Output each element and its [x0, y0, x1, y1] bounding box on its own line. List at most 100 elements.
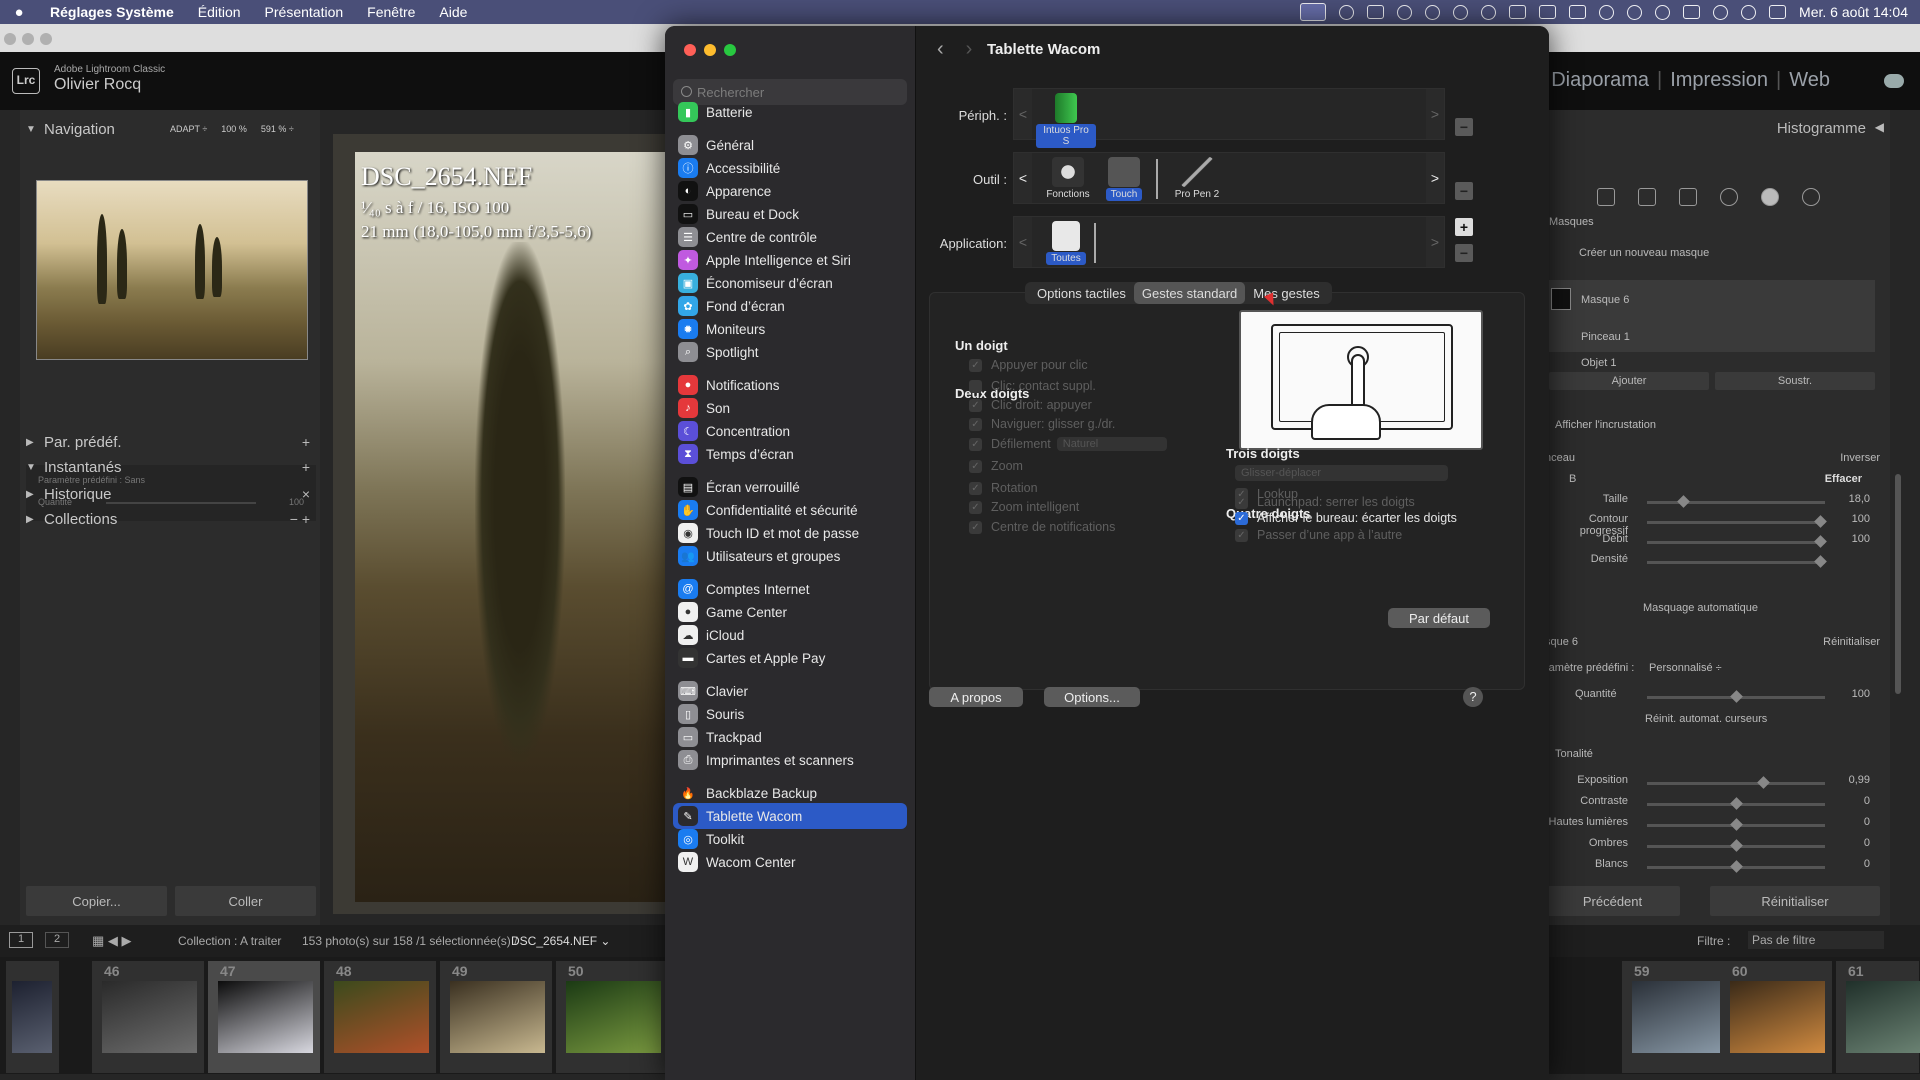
cell-thumbnail[interactable] [334, 981, 429, 1053]
panel-action[interactable]: × [302, 486, 310, 502]
filmstrip-cell[interactable]: 50 [556, 961, 669, 1073]
panel-header[interactable]: ▶ Par. prédéf. + [26, 431, 316, 453]
previous-button[interactable]: Précédent [1545, 886, 1680, 916]
show-overlay-label[interactable]: Afficher l'incrustation [1555, 419, 1656, 431]
filmstrip-cell[interactable]: 61 [1836, 961, 1920, 1073]
four-finger-checkbox[interactable]: ✓ Afficher le bureau: écarter les doigts [1235, 511, 1457, 525]
crop-icon[interactable] [1638, 188, 1656, 206]
tab-gestes-standard[interactable]: Gestes standard [1133, 282, 1246, 304]
tab-mes-gestes[interactable]: Mes gestes [1245, 282, 1327, 304]
main-photo[interactable]: DSC_2654.NEF ¹⁄₄₀ s à f / 16, ISO 100 21… [355, 152, 673, 902]
erase-label[interactable]: Effacer [1825, 473, 1862, 485]
navigator-thumbnail[interactable] [36, 180, 308, 360]
two-finger-checkbox[interactable]: ✓ Clic droit: appuyer [969, 398, 1092, 412]
reset-icon[interactable] [1802, 188, 1820, 206]
add-mask-button[interactable]: Ajouter [1549, 372, 1709, 390]
tool-fonctions[interactable]: Fonctions [1038, 157, 1098, 201]
slider-track[interactable] [1647, 776, 1825, 789]
two-finger-checkbox[interactable]: ✓ Zoom intelligent [969, 500, 1079, 514]
wifi-icon[interactable] [1713, 4, 1729, 20]
module-2[interactable]: Web [1789, 69, 1830, 92]
edit-sliders-icon[interactable] [1597, 188, 1615, 206]
object1-item[interactable]: Objet 1 [1581, 357, 1616, 369]
slider-knob[interactable] [1730, 818, 1743, 831]
slider-track[interactable] [1647, 860, 1825, 873]
copy-button[interactable]: Copier... [26, 886, 167, 916]
auto-mask-checkbox[interactable]: Masquage automatique [1643, 602, 1758, 614]
tool-touch[interactable]: Touch [1094, 157, 1154, 201]
zoom-591[interactable]: 591 % ÷ [261, 124, 294, 134]
add-app-button[interactable]: + [1455, 218, 1473, 236]
status-icon[interactable] [1481, 4, 1497, 20]
page2-button[interactable]: 2 [45, 932, 69, 948]
forward-chevron-icon[interactable]: › [966, 38, 973, 61]
zoom-light[interactable] [40, 33, 52, 45]
two-finger-checkbox[interactable]: ✓ Centre de notifications [969, 520, 1115, 534]
remove-app-button[interactable]: − [1455, 244, 1473, 262]
status-icon[interactable] [1599, 4, 1615, 20]
reset-sliders-checkbox[interactable]: Réinit. automat. curseurs [1645, 713, 1767, 725]
menu-aide[interactable]: Aide [427, 4, 479, 20]
tone-label[interactable]: Tonalité [1555, 748, 1593, 760]
module-1[interactable]: Impression [1670, 69, 1768, 92]
sidebar-item[interactable]: ⧗ Temps d’écran [673, 441, 907, 467]
options-button[interactable]: Options... [1044, 687, 1140, 707]
device-next-icon[interactable]: > [1426, 89, 1444, 139]
create-mask-button[interactable]: Créer un nouveau masque [1579, 247, 1709, 259]
menu-fenetre[interactable]: Fenêtre [355, 4, 427, 20]
app-prev-icon[interactable]: < [1014, 217, 1032, 267]
panel-action[interactable]: − + [290, 511, 310, 527]
brush-b-label[interactable]: B [1569, 473, 1576, 485]
device-intuos-pro-s[interactable]: Intuos Pro S [1036, 93, 1096, 148]
histogram-collapse-icon[interactable]: ◀ [1875, 120, 1884, 134]
status-icon[interactable] [1339, 4, 1355, 20]
cell-thumbnail[interactable] [12, 981, 52, 1053]
paste-button[interactable]: Coller [175, 886, 316, 916]
remove-device-button[interactable]: − [1455, 118, 1473, 136]
subtract-mask-button[interactable]: Soustr. [1715, 372, 1875, 390]
quantity-slider[interactable] [1647, 690, 1825, 703]
filmstrip-cell[interactable]: 46 [92, 961, 205, 1073]
reset-button[interactable]: Réinitialiser [1710, 886, 1880, 916]
cell-thumbnail[interactable] [566, 981, 661, 1053]
cell-thumbnail[interactable] [1730, 981, 1825, 1053]
current-file[interactable]: DSC_2654.NEF ⌄ [511, 934, 610, 948]
app-next-icon[interactable]: > [1426, 217, 1444, 267]
menu-edition[interactable]: Édition [186, 4, 253, 20]
app-menu[interactable]: Réglages Système [38, 4, 186, 20]
status-icon[interactable] [1539, 5, 1557, 19]
menu-presentation[interactable]: Présentation [253, 4, 356, 20]
histogram-label[interactable]: Histogramme [1777, 120, 1866, 137]
two-finger-checkbox[interactable]: ✓ Rotation [969, 481, 1038, 495]
tool-next-icon[interactable]: > [1426, 153, 1444, 203]
zoom-100[interactable]: 100 % [221, 124, 247, 134]
status-icon[interactable] [1425, 4, 1441, 20]
cell-thumbnail[interactable] [1632, 981, 1727, 1053]
panel-action[interactable]: + [302, 459, 310, 475]
close-button[interactable] [684, 44, 696, 56]
default-btn[interactable]: Par défaut [1388, 608, 1490, 628]
slider-knob[interactable] [1756, 776, 1770, 789]
slider-knob[interactable] [1730, 839, 1743, 852]
filmstrip-cell[interactable]: 48 [324, 961, 437, 1073]
slider-track[interactable] [1647, 495, 1825, 508]
minimize-button[interactable] [704, 44, 716, 56]
slider-track[interactable] [1647, 515, 1827, 528]
cell-thumbnail[interactable] [450, 981, 545, 1053]
module-0[interactable]: Diaporama [1551, 69, 1649, 92]
wacom-status-icon[interactable] [1300, 3, 1327, 21]
filmstrip-cell[interactable]: 49 [440, 961, 553, 1073]
heal-icon[interactable] [1679, 188, 1697, 206]
remove-tool-button[interactable]: − [1455, 182, 1473, 200]
slider-knob[interactable] [1813, 555, 1827, 568]
redeye-icon[interactable] [1720, 188, 1738, 206]
about-button[interactable]: A propos [929, 687, 1023, 707]
tab-options-tactiles[interactable]: Options tactiles [1029, 282, 1134, 304]
status-icon[interactable] [1509, 5, 1527, 19]
back-chevron-icon[interactable]: ‹ [937, 38, 944, 61]
grid-icon[interactable]: ▦ ◀ ▶ [92, 933, 132, 949]
two-finger-checkbox[interactable]: ✓ Défilement Naturel [969, 437, 1167, 451]
slider-knob[interactable] [1730, 690, 1743, 703]
play-icon[interactable] [1627, 4, 1643, 20]
slider-track[interactable] [1647, 818, 1825, 831]
